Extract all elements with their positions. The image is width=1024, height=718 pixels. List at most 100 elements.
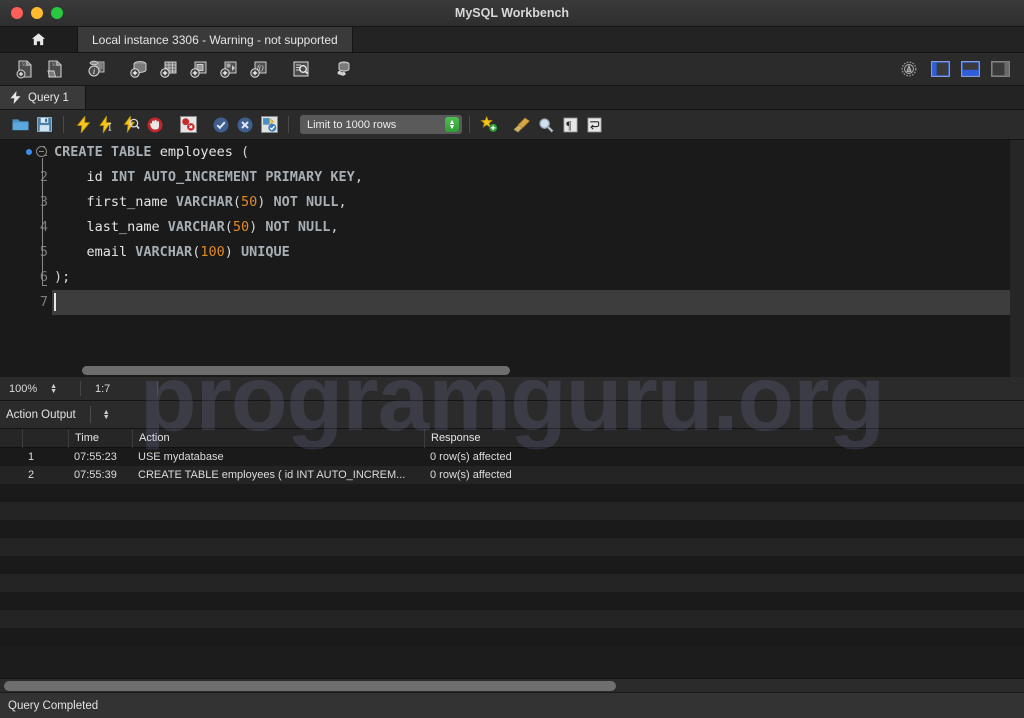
editor-scrollbar-thumb[interactable] [82,366,510,375]
column-header-index[interactable] [22,428,68,448]
open-sql-file-button[interactable]: SQL [40,56,70,83]
column-header-action[interactable]: Action [132,428,424,448]
settings-button[interactable] [894,56,924,83]
rollback-button[interactable] [233,113,257,137]
toggle-secondary-sidebar-button[interactable] [986,58,1014,80]
search-data-icon [293,61,309,77]
toggle-sidebar-button[interactable] [926,58,954,80]
main-toolbar: SQL SQL i f() [0,53,1024,86]
output-scrollbar-thumb[interactable] [4,681,616,691]
code-area[interactable]: 1 2 3 4 5 6 7 CREATE TABLE employees ( i… [0,140,1010,315]
beautify-button[interactable] [477,113,501,137]
new-function-button[interactable]: f() [244,56,274,83]
instance-tab[interactable]: Local instance 3306 - Warning - not supp… [78,27,353,52]
editor-gutter[interactable]: 1 2 3 4 5 6 7 [0,140,52,315]
toggle-output-button[interactable] [956,58,984,80]
code-line[interactable]: first_name VARCHAR(50) NOT NULL, [54,190,1010,215]
tab-query-1[interactable]: Query 1 [0,86,86,109]
code-line[interactable] [52,290,1010,315]
toggle-breakpoint-button[interactable] [176,113,200,137]
pilcrow-icon: ¶ [563,117,577,132]
status-divider [157,381,158,396]
editor-horizontal-scrollbar[interactable] [0,364,1010,377]
limit-rows-label: Limit to 1000 rows [307,118,397,131]
new-view-button[interactable] [184,56,214,83]
code-fold-toggle-icon[interactable] [36,146,47,157]
search-data-button[interactable] [286,56,316,83]
limit-rows-select[interactable]: Limit to 1000 rows ▲ ▼ [300,115,462,134]
table-row-empty [0,556,1024,574]
open-script-button[interactable] [8,113,32,137]
output-divider [89,406,91,423]
clear-button[interactable] [510,113,534,137]
editor-status-bar: 100% ▲ ▼ 1:7 [0,377,1024,401]
output-selector-stepper[interactable]: ▲ ▼ [103,409,110,421]
code-token: TABLE [110,144,152,160]
code-token: PRIMARY [265,169,323,185]
title-bar: MySQL Workbench [0,0,1024,27]
limit-rows-stepper[interactable]: ▲ ▼ [445,117,459,132]
output-grid-body[interactable]: ✔ 1 07:55:23 USE mydatabase 0 row(s) affecte… [0,448,1024,646]
save-script-button[interactable] [32,113,56,137]
column-header-response[interactable]: Response [424,428,1024,448]
code-token: ) [224,244,241,260]
code-line[interactable]: last_name VARCHAR(50) NOT NULL, [54,215,1010,240]
table-row[interactable]: ✔ 2 07:55:39 CREATE TABLE employees ( id IN… [0,466,1024,484]
commit-button[interactable] [209,113,233,137]
toggle-breakpoint-icon [179,116,197,133]
column-header-time[interactable]: Time [68,428,132,448]
code-line[interactable]: ); [54,265,1010,290]
new-procedure-button[interactable] [214,56,244,83]
execute-icon [76,116,90,133]
line-number: 5 [39,244,48,260]
code-token: 100 [200,244,225,260]
find-button[interactable] [534,113,558,137]
zoom-stepper[interactable]: ▲ ▼ [50,383,57,395]
new-sql-file-button[interactable]: SQL [10,56,40,83]
open-sql-file-icon: SQL [47,60,62,78]
code-token: KEY [330,169,355,185]
column-header-status[interactable] [0,429,22,448]
minimize-window-button[interactable] [31,7,43,19]
explain-button[interactable] [119,113,143,137]
table-row[interactable]: ✔ 1 07:55:23 USE mydatabase 0 row(s) affecte… [0,448,1024,466]
table-row-empty [0,592,1024,610]
code-token: ) [249,219,266,235]
autocommit-button[interactable] [257,113,281,137]
reconnect-dbms-button[interactable] [328,56,358,83]
code-token: ) [257,194,274,210]
code-token: ( [224,219,233,235]
instance-tab-bar-filler [352,27,1024,52]
execute-button[interactable] [71,113,95,137]
new-schema-button[interactable] [124,56,154,83]
output-horizontal-scrollbar[interactable] [0,678,1024,692]
code-line[interactable]: email VARCHAR(100) UNIQUE [54,240,1010,265]
close-window-button[interactable] [11,7,23,19]
code-line[interactable]: CREATE TABLE employees ( [54,140,1010,165]
row-status-cell: ✔ [0,466,22,484]
home-button[interactable] [0,27,78,52]
execute-current-button[interactable] [95,113,119,137]
zoom-control[interactable]: 100% ▲ ▼ [0,383,80,395]
row-index-cell: 2 [28,469,35,481]
sql-info-button[interactable]: i [82,56,112,83]
status-message: Query Completed [8,699,99,712]
code-lines[interactable]: CREATE TABLE employees ( id INT AUTO_INC… [52,140,1010,315]
new-view-icon [190,61,207,78]
code-line[interactable]: id INT AUTO_INCREMENT PRIMARY KEY, [54,165,1010,190]
code-token: ( [232,194,241,210]
table-row-empty [0,628,1024,646]
window-title: MySQL Workbench [454,6,570,20]
toggle-invisible-chars-button[interactable]: ¶ [558,113,582,137]
wrap-lines-button[interactable] [582,113,606,137]
new-function-icon: f() [250,61,267,78]
code-token: VARCHAR [135,244,193,260]
sql-editor[interactable]: 1 2 3 4 5 6 7 CREATE TABLE employees ( i… [0,140,1024,377]
line-number: 4 [39,219,48,235]
svg-text:¶: ¶ [566,119,572,132]
stop-button[interactable] [143,113,167,137]
maximize-window-button[interactable] [51,7,63,19]
new-table-button[interactable] [154,56,184,83]
